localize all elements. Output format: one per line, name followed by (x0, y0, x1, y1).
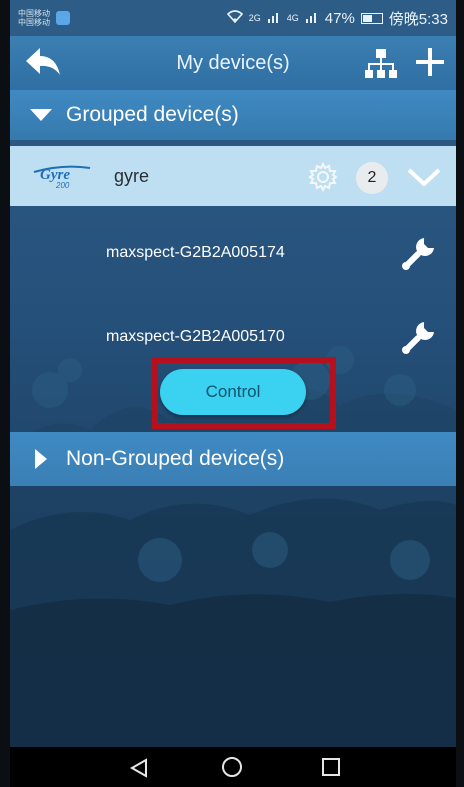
grouped-devices-header[interactable]: Grouped device(s) (10, 90, 456, 140)
device-settings-button[interactable] (400, 230, 442, 272)
network-tree-icon (365, 49, 397, 78)
system-navigation-bar (10, 747, 456, 787)
back-button[interactable] (22, 45, 64, 81)
screen-frame-right (456, 0, 464, 787)
wifi-icon (226, 10, 243, 26)
device-name: maxspect-G2B2A005170 (106, 328, 285, 345)
collapse-triangle-icon (22, 109, 60, 121)
plus-icon (416, 48, 444, 76)
clock: 傍晚5:33 (388, 10, 448, 28)
control-button[interactable]: Control (160, 369, 306, 415)
device-name: maxspect-G2B2A005174 (106, 244, 285, 261)
non-grouped-devices-label: Non-Grouped device(s) (66, 447, 285, 470)
carrier-info: 中国移动 中国移动 (18, 9, 50, 27)
app-notification-icon (56, 11, 70, 25)
nav-recent-apps-button[interactable] (321, 757, 341, 777)
nav-recent-icon (322, 758, 340, 776)
wrench-icon (402, 237, 434, 270)
signal-icon (267, 10, 281, 27)
status-indicators: 2G 4G 47% 傍晚5:33 (226, 8, 448, 29)
nav-back-icon (129, 758, 147, 778)
gyre-logo: Gyre 200 (33, 165, 91, 190)
device-count-badge: 2 (356, 162, 388, 194)
nav-home-icon (222, 757, 242, 777)
battery-icon (360, 12, 383, 24)
app-header: My device(s) (10, 36, 456, 90)
non-grouped-devices-header[interactable]: Non-Grouped device(s) (10, 432, 456, 486)
signal-icon-2 (305, 10, 319, 27)
back-arrow-icon (26, 48, 60, 75)
network-tree-button[interactable] (364, 45, 398, 81)
nav-back-button[interactable] (128, 757, 150, 779)
grouped-devices-label: Grouped device(s) (66, 103, 239, 126)
add-device-button[interactable] (412, 44, 448, 80)
logo-sub: 200 (55, 181, 70, 190)
group-name: gyre (114, 166, 150, 186)
nav-home-button[interactable] (221, 756, 243, 778)
gear-icon (308, 161, 338, 193)
screen-frame-left (0, 0, 10, 787)
wrench-icon (402, 321, 434, 354)
group-row-gyre[interactable]: Gyre 200 gyre 2 (10, 146, 456, 206)
network-label: 2G (248, 13, 261, 23)
carrier-line-2: 中国移动 (18, 18, 50, 27)
group-settings-button[interactable] (308, 161, 338, 193)
phone-screen: 中国移动 中国移动 2G 4G 47% 傍晚5:33 My device(s) … (10, 0, 456, 787)
battery-percent: 47% (324, 9, 355, 27)
chevron-down-icon (407, 168, 441, 187)
expand-group-button[interactable] (406, 166, 442, 188)
network-label-2: 4G (286, 13, 299, 23)
device-row[interactable]: maxspect-G2B2A005174 (10, 222, 456, 282)
status-bar: 中国移动 中国移动 2G 4G 47% 傍晚5:33 (10, 0, 456, 36)
device-settings-button[interactable] (400, 314, 442, 356)
expand-triangle-icon (22, 449, 60, 469)
carrier-line-1: 中国移动 (18, 9, 50, 18)
